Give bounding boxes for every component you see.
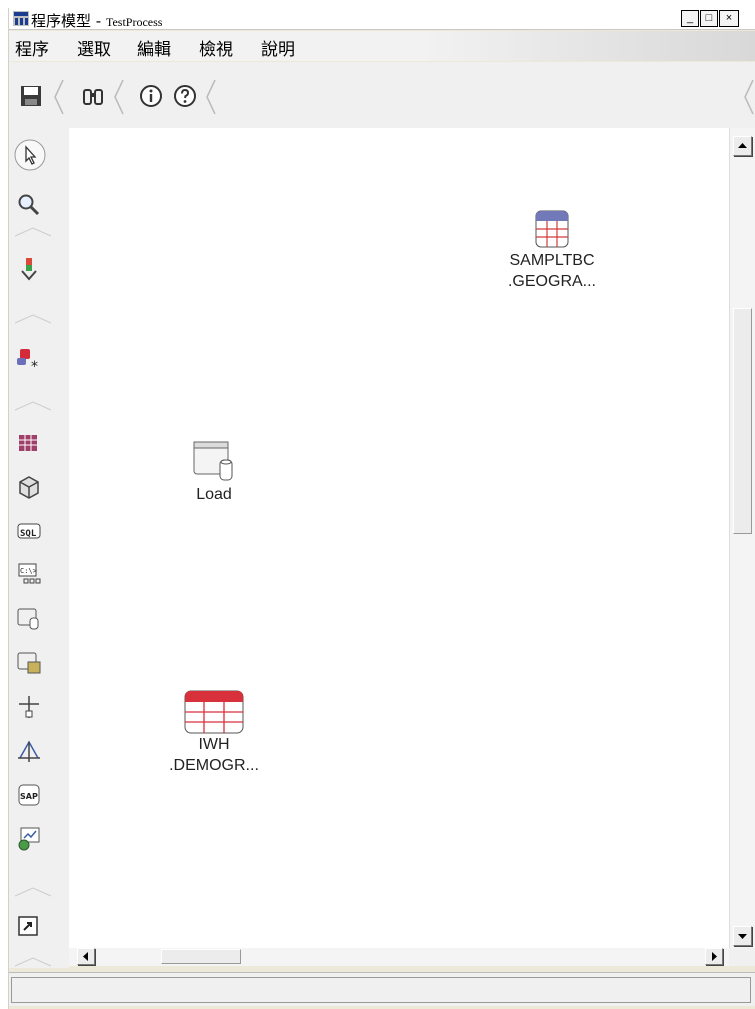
scroll-up-button[interactable]: [733, 136, 752, 156]
load-file-icon[interactable]: [16, 606, 42, 632]
menu-process[interactable]: 程序: [15, 35, 49, 60]
svg-text:SAP: SAP: [20, 792, 38, 801]
triangle-flow-icon[interactable]: [16, 738, 42, 764]
select-pointer-icon[interactable]: [13, 138, 47, 172]
vertical-scroll-thumb[interactable]: [733, 308, 752, 534]
sql-icon[interactable]: SQL: [16, 518, 42, 544]
toolbar: [9, 62, 755, 132]
window-title-main: 程序模型 -: [31, 12, 106, 30]
table-grid-icon[interactable]: [16, 430, 42, 456]
load-step-label: Load: [196, 486, 232, 503]
window-title: 程序模型 - TestProcess: [31, 10, 162, 31]
target-table-icon: [184, 690, 244, 734]
arrow-left-icon: [83, 952, 88, 961]
palette-separator: [14, 887, 52, 897]
file-table-icon[interactable]: [16, 650, 42, 676]
arrow-down-icon: [738, 934, 747, 939]
binoculars-icon[interactable]: [81, 84, 105, 108]
palette-separator: [14, 401, 52, 411]
arrow-up-icon: [738, 143, 747, 148]
shortcut-icon[interactable]: [16, 914, 42, 940]
scroll-left-button[interactable]: [77, 948, 95, 965]
app-icon: [13, 11, 29, 26]
target-table-schema: .DEMOGR...: [169, 757, 259, 774]
status-bar: [9, 972, 755, 1006]
info-icon[interactable]: [139, 84, 163, 108]
close-button[interactable]: ×: [719, 10, 739, 27]
tree-split-icon[interactable]: [16, 694, 42, 720]
window-title-process: TestProcess: [105, 15, 163, 29]
svg-text:*: *: [31, 359, 38, 372]
menu-bar: 程序 選取 編輯 檢視 說明: [9, 31, 755, 61]
flow-arrow-icon[interactable]: [16, 256, 42, 282]
horizontal-scrollbar[interactable]: [69, 948, 729, 966]
title-bar[interactable]: 程序模型 - TestProcess _ □ ×: [9, 8, 755, 30]
web-service-icon[interactable]: [16, 826, 42, 852]
application-window: 程序模型 - TestProcess _ □ × 程序 選取 編輯 檢視 說明: [8, 8, 755, 1009]
tool-palette: * SQL C:\> SAP: [9, 128, 69, 968]
status-text: [11, 977, 751, 1003]
toolbar-separator: [114, 79, 124, 115]
source-table-icon: [535, 210, 569, 248]
menu-help[interactable]: 說明: [261, 35, 295, 60]
svg-text:SQL: SQL: [20, 529, 37, 539]
sap-icon[interactable]: SAP: [16, 782, 42, 808]
arrow-right-icon: [712, 952, 717, 961]
data-object-icon[interactable]: *: [16, 346, 42, 372]
menu-select[interactable]: 選取: [77, 35, 111, 60]
palette-separator: [14, 227, 52, 237]
scroll-right-button[interactable]: [705, 948, 723, 965]
horizontal-scroll-thumb[interactable]: [161, 949, 241, 964]
source-table-name: SAMPLTBC: [509, 252, 595, 269]
source-table-schema: .GEOGRA...: [507, 273, 596, 290]
load-step-icon: [193, 441, 233, 481]
menu-edit[interactable]: 編輯: [137, 35, 171, 60]
palette-separator: [14, 957, 52, 967]
palette-separator: [14, 314, 52, 324]
vertical-scrollbar[interactable]: [729, 128, 755, 948]
scrollbar-corner: [729, 948, 755, 966]
save-icon[interactable]: [19, 84, 43, 108]
toolbar-separator: [54, 79, 64, 115]
target-table-name: IWH: [198, 736, 230, 753]
process-canvas[interactable]: SAMPLTBC .GEOGRA... Load IWH .DEMOGR...: [69, 128, 729, 948]
toolbar-overflow-chevron[interactable]: [743, 78, 755, 116]
toolbar-separator: [206, 79, 216, 115]
zoom-icon[interactable]: [16, 192, 42, 218]
source-table-node[interactable]: SAMPLTBC .GEOGRA...: [487, 210, 617, 292]
target-table-node[interactable]: IWH .DEMOGR...: [149, 690, 279, 776]
help-icon[interactable]: [173, 84, 197, 108]
command-icon[interactable]: C:\>: [16, 562, 42, 588]
load-step-node[interactable]: Load: [159, 440, 269, 505]
scroll-down-button[interactable]: [733, 926, 752, 946]
cube-icon[interactable]: [16, 474, 42, 500]
maximize-button[interactable]: □: [700, 10, 718, 27]
menu-view[interactable]: 檢視: [199, 35, 233, 60]
minimize-button[interactable]: _: [681, 10, 699, 27]
svg-text:C:\>: C:\>: [20, 567, 37, 575]
